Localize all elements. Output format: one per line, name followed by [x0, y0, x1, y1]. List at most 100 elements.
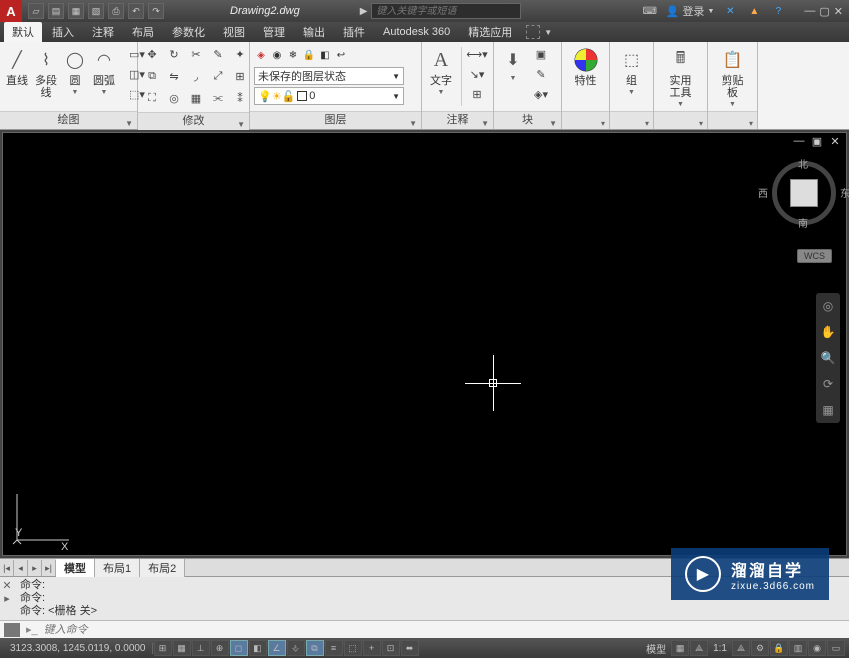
- pan-icon[interactable]: ✋: [819, 323, 837, 341]
- orbit-icon[interactable]: ⟳: [819, 375, 837, 393]
- table-icon[interactable]: ⊞: [467, 85, 487, 103]
- sc-toggle[interactable]: ⊡: [382, 640, 400, 656]
- scale-icon[interactable]: ⛶: [142, 89, 162, 107]
- layeroff-icon[interactable]: ◉: [270, 48, 284, 62]
- tab-dropdown-icon[interactable]: ▼: [544, 28, 552, 37]
- model-space-button[interactable]: 模型: [642, 641, 670, 656]
- layerfreeze-icon[interactable]: ❄: [286, 48, 300, 62]
- print-icon[interactable]: ⎙: [108, 3, 124, 19]
- 3dosnap-toggle[interactable]: ◧: [249, 640, 267, 656]
- ortho-toggle[interactable]: ⊥: [192, 640, 210, 656]
- search-input[interactable]: [371, 3, 521, 19]
- ws-icon[interactable]: ⚙: [751, 640, 769, 656]
- erase-icon[interactable]: ✎: [208, 45, 228, 63]
- ducs-toggle[interactable]: ⎀: [287, 640, 305, 656]
- panel-layer-label[interactable]: 图层 ▼: [250, 111, 421, 129]
- insert-button[interactable]: ⬇▼: [498, 45, 528, 82]
- tab-layout1[interactable]: 布局1: [95, 559, 140, 577]
- tab-featured[interactable]: 精选应用: [460, 22, 520, 42]
- lwt-toggle[interactable]: ≡: [325, 640, 343, 656]
- stretch-icon[interactable]: ⤢: [208, 67, 228, 85]
- am-toggle[interactable]: ⬌: [401, 640, 419, 656]
- util-button[interactable]: 🖩实用工具▼: [666, 45, 696, 108]
- annovis-icon[interactable]: ⟁: [732, 640, 750, 656]
- tab-last-icon[interactable]: ▸|: [42, 560, 56, 576]
- tab-parametric[interactable]: 参数化: [164, 22, 213, 42]
- attr-icon[interactable]: ◈▾: [531, 85, 551, 103]
- layerlock-icon[interactable]: 🔒: [302, 48, 316, 62]
- tab-view[interactable]: 视图: [215, 22, 253, 42]
- viewcube-east[interactable]: 东: [840, 185, 849, 200]
- new-icon[interactable]: ▱: [28, 3, 44, 19]
- create-block-icon[interactable]: ▣: [531, 45, 551, 63]
- trim-icon[interactable]: ✂: [186, 45, 206, 63]
- keytip-icon[interactable]: ⌨: [642, 3, 658, 19]
- open-icon[interactable]: ▤: [48, 3, 64, 19]
- tab-next-icon[interactable]: ▸: [28, 560, 42, 576]
- text-button[interactable]: A文字▼: [426, 45, 456, 96]
- panel-block-label[interactable]: 块 ▼: [494, 111, 561, 129]
- layermatch-icon[interactable]: ◧: [318, 48, 332, 62]
- doc-restore-button[interactable]: ▣: [810, 135, 824, 148]
- leader-icon[interactable]: ↘▾: [467, 65, 487, 83]
- lock-ui-icon[interactable]: 🔒: [770, 640, 788, 656]
- tab-manage[interactable]: 管理: [255, 22, 293, 42]
- array-icon[interactable]: ⊞: [230, 67, 250, 85]
- tpy-toggle[interactable]: ⬚: [344, 640, 362, 656]
- clipboard-button[interactable]: 📋剪贴板▼: [718, 45, 748, 108]
- cmd-prompt-icon[interactable]: [4, 623, 20, 637]
- tab-addin[interactable]: 插件: [335, 22, 373, 42]
- panel-draw-label[interactable]: 绘图 ▼: [0, 111, 137, 129]
- layerstate-combo[interactable]: 未保存的图层状态▼: [254, 67, 404, 85]
- layerprops-icon[interactable]: ◈: [254, 48, 268, 62]
- tab-default[interactable]: 默认: [4, 22, 42, 42]
- drawing-area[interactable]: — ▣ ✕ 北 南 西 东 WCS ◎ ✋ 🔍 ⟳ ▦ YX: [2, 132, 847, 556]
- hardware-icon[interactable]: ▥: [789, 640, 807, 656]
- doc-close-button[interactable]: ✕: [828, 135, 842, 148]
- grid-display-icon[interactable]: ▦: [671, 640, 689, 656]
- minimize-button[interactable]: —: [804, 5, 815, 18]
- tab-insert[interactable]: 插入: [44, 22, 82, 42]
- qp-toggle[interactable]: +: [363, 640, 381, 656]
- coordinates[interactable]: 3123.3008, 1245.0119, 0.0000: [4, 643, 153, 654]
- saveas-icon[interactable]: ▧: [88, 3, 104, 19]
- tab-a360[interactable]: Autodesk 360: [375, 24, 458, 40]
- layer-combo[interactable]: 💡 ☀ 🔓 0 ▼: [254, 87, 404, 105]
- offset-icon[interactable]: ◎: [164, 89, 184, 107]
- move-icon[interactable]: ✥: [142, 45, 162, 63]
- showmotion-icon[interactable]: ▦: [819, 401, 837, 419]
- rotate-icon[interactable]: ↻: [164, 45, 184, 63]
- viewcube-west[interactable]: 西: [758, 185, 768, 200]
- help-icon[interactable]: ?: [770, 3, 786, 19]
- clean-icon[interactable]: ▭: [827, 640, 845, 656]
- break-icon[interactable]: ⁑: [230, 89, 250, 107]
- tab-prev-icon[interactable]: ◂: [14, 560, 28, 576]
- viewcube-north[interactable]: 北: [798, 156, 808, 171]
- tab-first-icon[interactable]: |◂: [0, 560, 14, 576]
- circle-button[interactable]: ◯圆▼: [62, 45, 88, 96]
- tab-addtab[interactable]: [526, 25, 540, 39]
- redo-icon[interactable]: ↷: [148, 3, 164, 19]
- tab-model[interactable]: 模型: [56, 559, 95, 577]
- edit-block-icon[interactable]: ✎: [531, 65, 551, 83]
- group-button[interactable]: ⬚组▼: [617, 45, 647, 96]
- panel-annot-label[interactable]: 注释 ▼: [422, 111, 493, 129]
- join-icon[interactable]: ⫘: [208, 89, 228, 107]
- tab-layout[interactable]: 布局: [124, 22, 162, 42]
- isolate-icon[interactable]: ◉: [808, 640, 826, 656]
- tab-layout2[interactable]: 布局2: [140, 559, 185, 577]
- polar-toggle[interactable]: ⊕: [211, 640, 229, 656]
- login-button[interactable]: 👤 登录 ▼: [666, 3, 715, 19]
- dyn-toggle[interactable]: ⧉: [306, 640, 324, 656]
- cmd-close-icon[interactable]: ✕▸: [0, 577, 14, 620]
- dim-icon[interactable]: ⟷▾: [467, 45, 487, 63]
- doc-minimize-button[interactable]: —: [792, 135, 806, 148]
- save-icon[interactable]: ▦: [68, 3, 84, 19]
- scale-value[interactable]: 1:1: [709, 643, 731, 654]
- wcs-badge[interactable]: WCS: [797, 249, 832, 263]
- maximize-button[interactable]: ▢: [819, 5, 829, 18]
- mirror-icon[interactable]: ⇋: [164, 67, 184, 85]
- props-button[interactable]: 特性: [571, 45, 601, 87]
- copy-icon[interactable]: ⧉: [142, 67, 162, 85]
- layerprev-icon[interactable]: ↩: [334, 48, 348, 62]
